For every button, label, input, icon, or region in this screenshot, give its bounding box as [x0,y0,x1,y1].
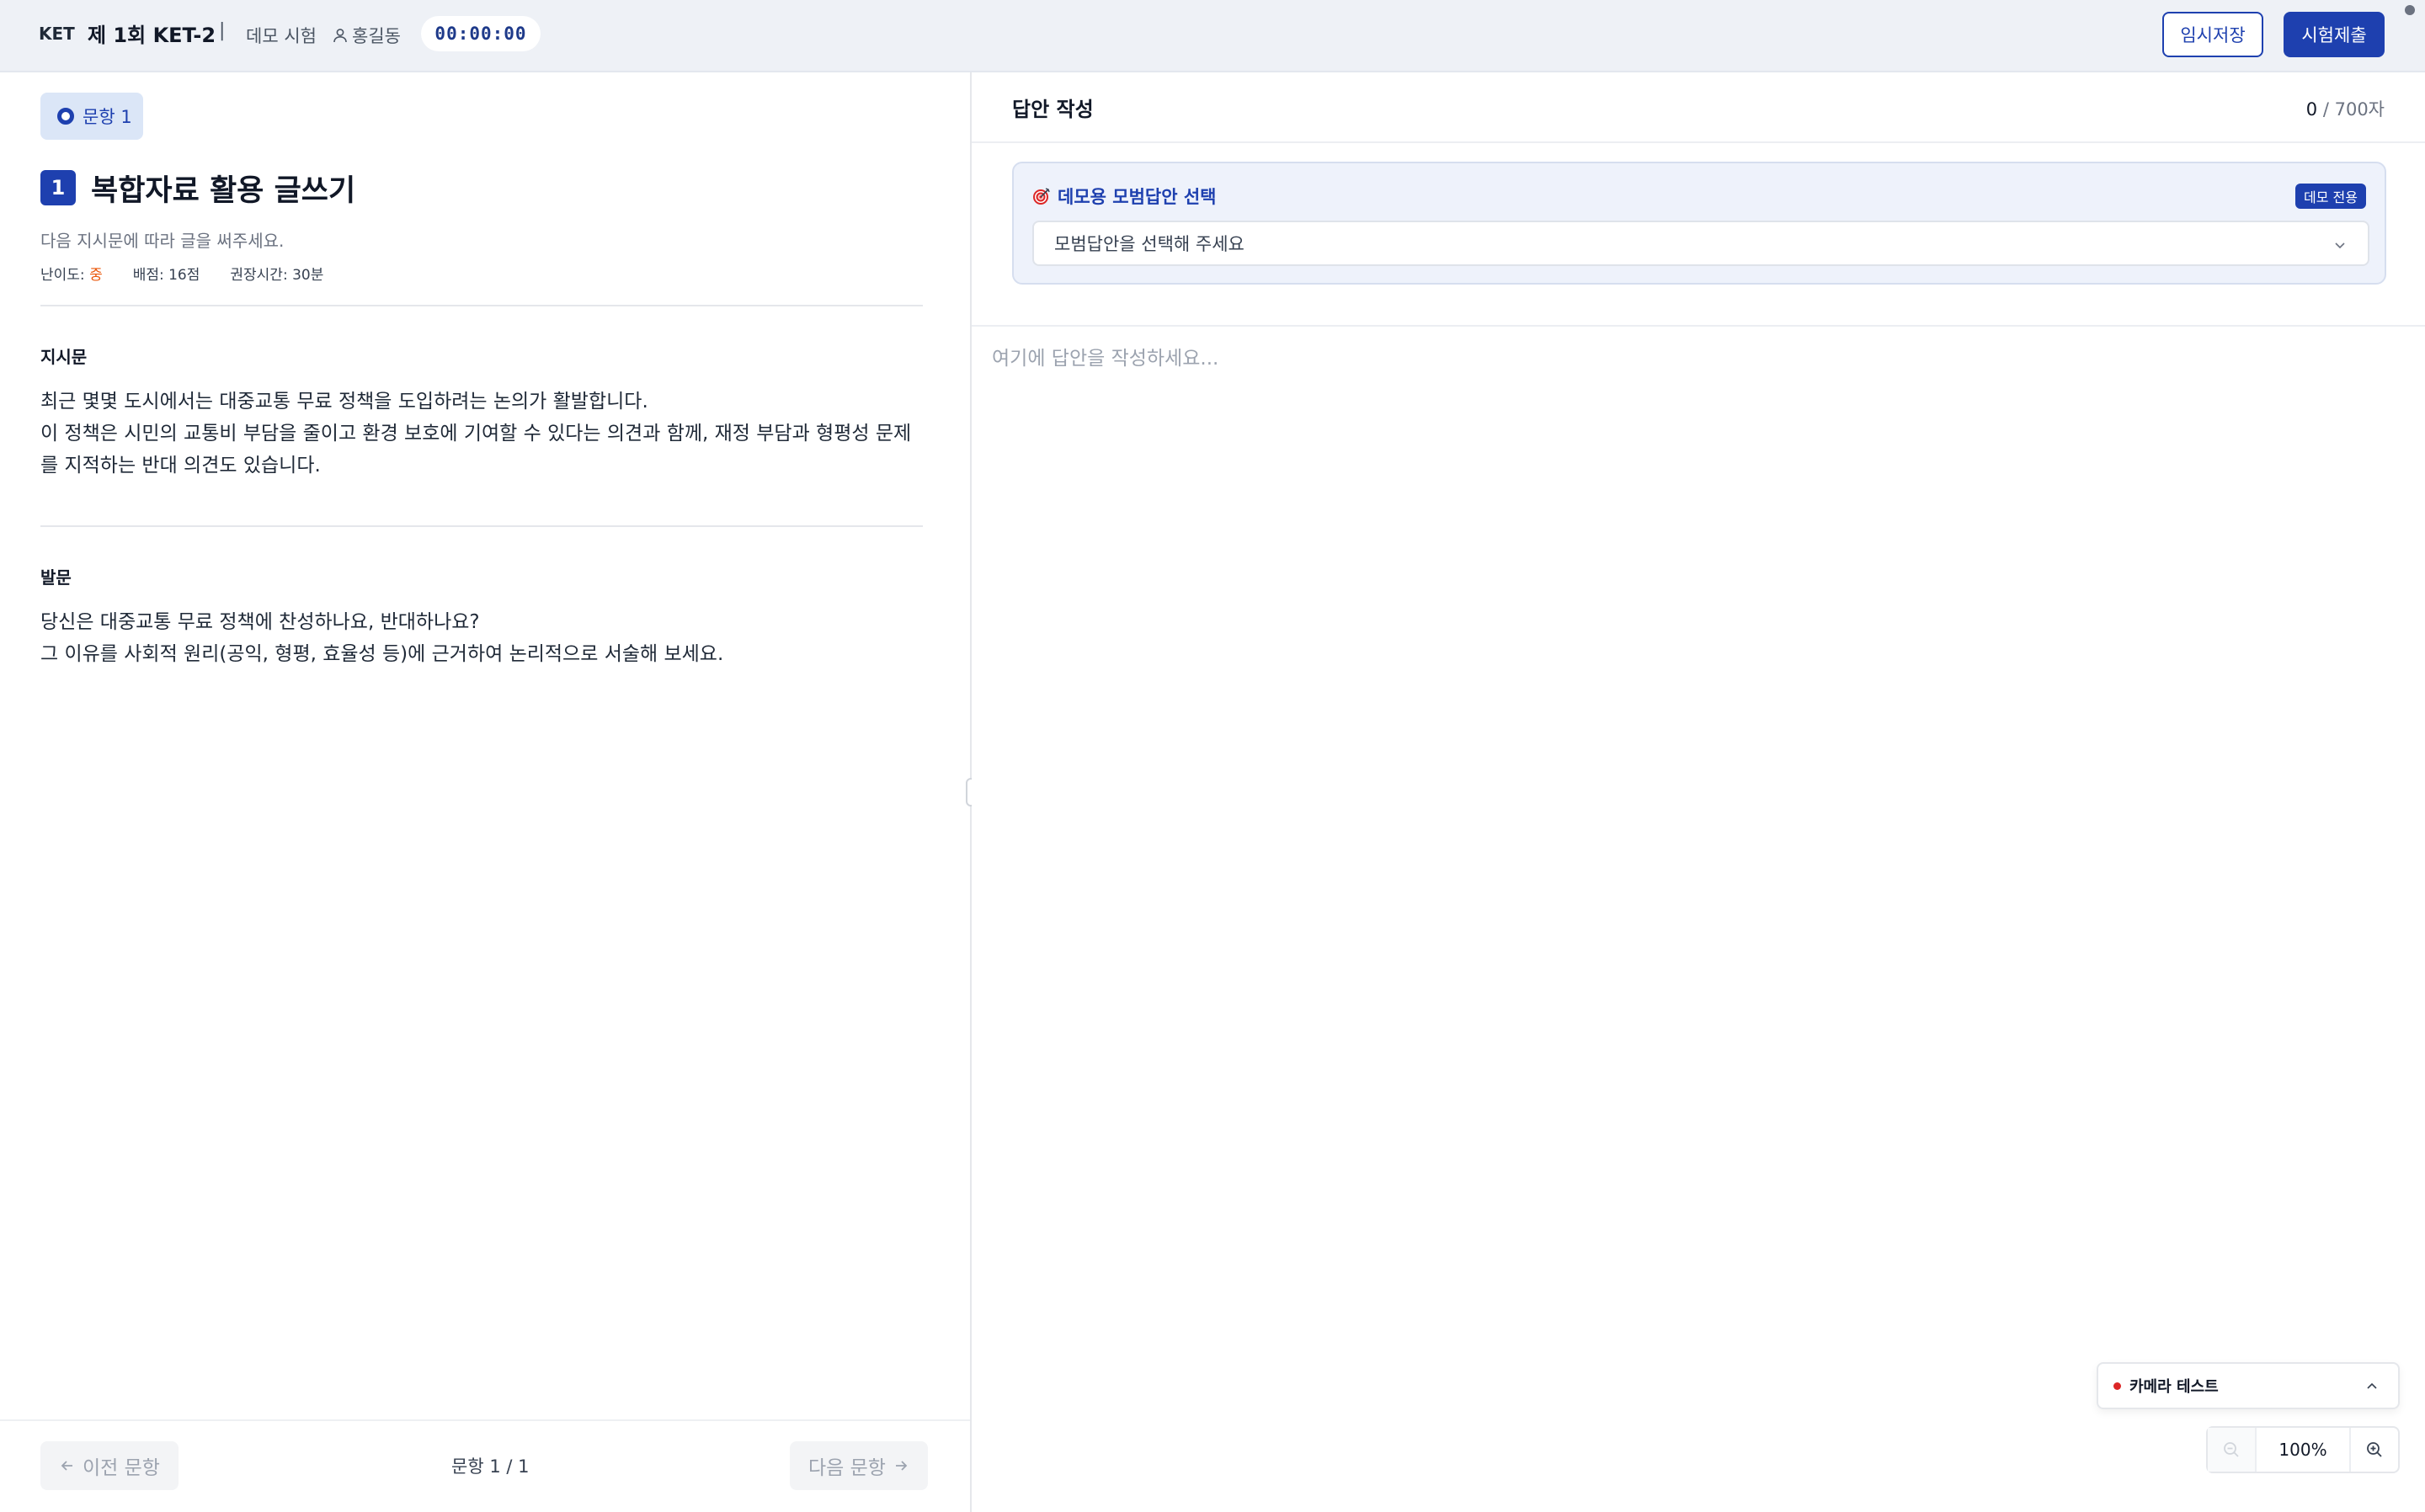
prompt-line: 그 이유를 사회적 원리(공익, 형평, 효율성 등)에 근거하여 논리적으로 … [40,643,724,665]
answer-title: 답안 작성 [1012,98,1094,121]
exam-type: 데모 시험 [246,26,317,46]
zoom-level: 100% [2278,1440,2327,1460]
zoom-in-button[interactable] [2349,1428,2398,1472]
instruction-text: 최근 몇몇 도시에서는 대중교통 무료 정책을 도입하려는 논의가 활발합니다.… [40,386,925,482]
char-count: 0 / 700자 [2306,96,2385,121]
answer-panel: 답안 작성 0 / 700자 데모용 모범답안 선택 데모 전용 모범답안을 선… [972,72,2425,1512]
question-number-badge: 1 [40,170,76,205]
prompt-text: 당신은 대중교통 무료 정책에 찬성하나요, 반대하나요? 그 이유를 사회적 … [40,606,925,670]
status-dot-icon [2405,5,2415,15]
chevron-up-icon[interactable] [2364,1379,2380,1394]
arrow-left-icon [61,1461,73,1471]
model-answer-select[interactable]: 모범답안을 선택해 주세요 [1032,221,2369,266]
instruction-label: 지시문 [40,347,88,367]
temp-save-button[interactable]: 임시저장 [2162,12,2263,57]
model-answer-select-value: 모범답안을 선택해 주세요 [1054,234,1244,254]
chevron-down-icon [2335,242,2345,249]
submit-exam-button[interactable]: 시험제출 [2284,12,2385,57]
target-icon [1033,188,1050,205]
zoom-out-icon [2224,1442,2239,1457]
demo-answer-box: 데모용 모범답안 선택 데모 전용 모범답안을 선택해 주세요 [1012,162,2386,285]
answer-editor[interactable] [992,342,2405,1470]
divider [40,305,923,306]
divider [40,525,923,527]
zoom-control: 100% [2206,1426,2400,1473]
question-position: 문항 1 / 1 [451,1456,530,1477]
camera-test-label: 카메라 테스트 [2129,1378,2219,1396]
question-meta: 난이도: 중 배점: 16점 권장시간: 30분 [40,263,323,284]
instruction-line: 이 정책은 시민의 교통비 부담을 줄이고 환경 보호에 기여할 수 있다는 의… [40,423,912,476]
question-subtitle: 다음 지시문에 따라 글을 써주세요. [40,231,285,251]
prev-question-button[interactable]: 이전 문항 [40,1441,179,1490]
zoom-out-button[interactable] [2208,1428,2257,1472]
prompt-label: 발문 [40,567,72,588]
recording-dot-icon [2113,1382,2121,1390]
exam-code: KET [39,24,75,44]
difficulty: 난이도: 중 [40,267,103,284]
divider [972,141,2425,143]
camera-test-panel[interactable]: 카메라 테스트 [2097,1362,2400,1409]
prompt-line: 당신은 대중교통 무료 정책에 찬성하나요, 반대하나요? [40,611,480,633]
top-header: KET 제 1회 KET-2 | 데모 시험 홍길동 00:00:00 임시저장… [0,0,2425,72]
arrow-right-icon [895,1461,908,1471]
question-tab-label: 문항 1 [83,107,132,127]
demo-only-badge: 데모 전용 [2295,184,2366,209]
next-question-button[interactable]: 다음 문항 [790,1441,928,1490]
user-info: 홍길동 [332,23,401,48]
user-icon [333,29,347,43]
char-count-max: / 700자 [2322,99,2385,120]
exam-title: 제 1회 KET-2 [88,24,216,47]
demo-answer-title: 데모용 모범답안 선택 [1032,184,1217,209]
zoom-in-icon [2367,1442,2382,1457]
divider [972,325,2425,327]
char-count-current: 0 [2305,99,2318,120]
question-title: 복합자료 활용 글쓰기 [91,174,356,208]
difficulty-value: 중 [89,267,103,284]
pager-divider [0,1419,970,1421]
header-separator: | [219,20,226,41]
exam-timer: 00:00:00 [421,16,541,51]
recommended-time: 권장시간: 30분 [230,267,324,284]
user-name: 홍길동 [352,26,401,46]
question-panel: 문항 1 1 복합자료 활용 글쓰기 다음 지시문에 따라 글을 써주세요. 난… [0,72,970,1512]
question-tab[interactable]: 문항 1 [40,93,143,140]
instruction-line: 최근 몇몇 도시에서는 대중교통 무료 정책을 도입하려는 논의가 활발합니다. [40,391,648,413]
score: 배점: 16점 [132,267,200,284]
radio-ring-icon [57,108,74,125]
